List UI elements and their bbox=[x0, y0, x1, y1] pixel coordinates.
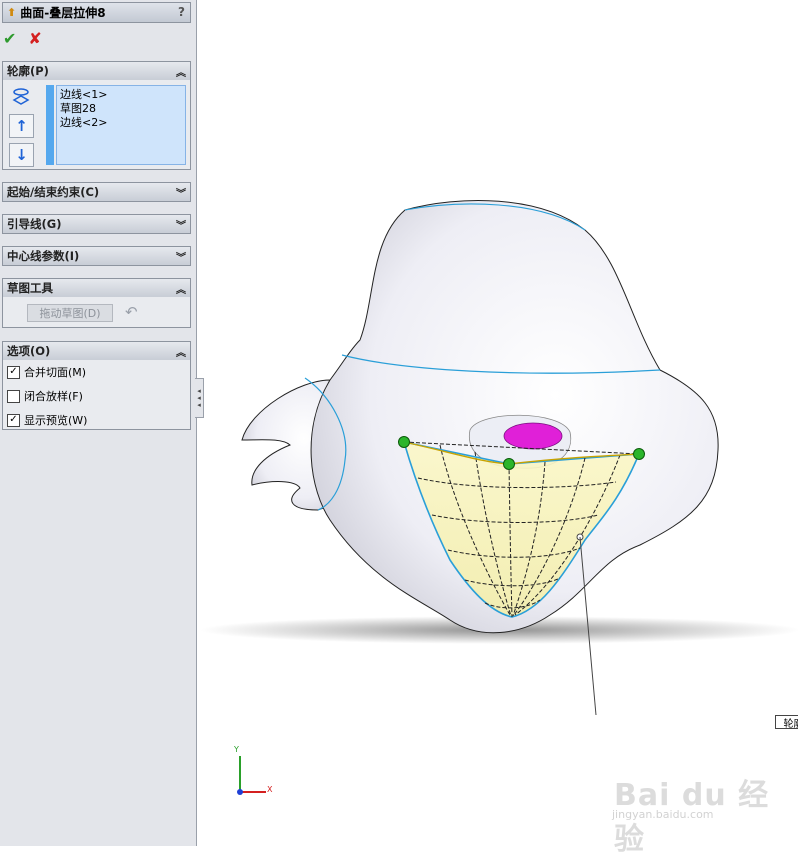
option-label: 显示预览(W) bbox=[24, 414, 88, 427]
centerline-params-group[interactable]: 中心线参数(I) ︾ bbox=[2, 246, 191, 266]
options-label: 选项(O) bbox=[7, 344, 51, 358]
loft-feature-icon: ⬆ bbox=[7, 6, 17, 19]
sketch-tools-label: 草图工具 bbox=[7, 281, 53, 295]
watermark-url: jingyan.baidu.com bbox=[612, 808, 714, 821]
cancel-button[interactable]: ✘ bbox=[28, 29, 41, 48]
nose bbox=[503, 422, 563, 450]
model-view[interactable] bbox=[197, 0, 798, 846]
control-point bbox=[398, 436, 410, 448]
checkbox[interactable] bbox=[7, 389, 20, 403]
options-header[interactable]: 选项(O) ︽ bbox=[3, 342, 190, 360]
axis-x-label: X bbox=[267, 785, 273, 794]
graphics-viewport[interactable]: 轮廓 Y X bbox=[197, 0, 798, 846]
sketch-tools-group: 草图工具 ︽ 拖动草图(D) ↶ bbox=[2, 278, 191, 328]
help-button[interactable]: ? bbox=[178, 5, 185, 19]
expand-icon[interactable]: ︾ bbox=[176, 185, 186, 200]
feature-title-bar: ⬆ 曲面-叠层拉伸8 ? bbox=[2, 2, 191, 23]
control-point bbox=[633, 448, 645, 460]
options-group: 选项(O) ︽ ✓ 合并切面(M) 闭合放样(F) ✓ 显示预览(W) bbox=[2, 341, 191, 430]
collapse-icon[interactable]: ︽ bbox=[176, 281, 186, 296]
guide-curves-label: 引导线(G) bbox=[7, 217, 62, 231]
control-point bbox=[503, 458, 515, 470]
axis-triad bbox=[237, 756, 266, 795]
selection-indicator bbox=[46, 85, 54, 165]
move-down-button[interactable]: ↓ bbox=[9, 143, 34, 167]
option-label: 合并切面(M) bbox=[24, 366, 87, 379]
start-end-constraints-group[interactable]: 起始/结束约束(C) ︾ bbox=[2, 182, 191, 202]
profile-type-icon bbox=[11, 87, 31, 107]
list-item[interactable]: 边线<1> bbox=[60, 88, 182, 102]
profile-callout-label[interactable]: 轮廓 bbox=[775, 715, 798, 730]
sketch-tools-header[interactable]: 草图工具 ︽ bbox=[3, 279, 190, 297]
start-end-label: 起始/结束约束(C) bbox=[7, 185, 100, 199]
move-up-button[interactable]: ↑ bbox=[9, 114, 34, 138]
guide-curves-group[interactable]: 引导线(G) ︾ bbox=[2, 214, 191, 234]
collapse-icon[interactable]: ︽ bbox=[176, 344, 186, 359]
checkbox[interactable]: ✓ bbox=[7, 365, 20, 379]
profile-group: 轮廓(P) ︽ ↑ ↓ 边线<1> 草图28 边线<2> bbox=[2, 61, 191, 170]
collapse-icon[interactable]: ︽ bbox=[176, 64, 186, 79]
feature-title: 曲面-叠层拉伸8 bbox=[20, 6, 106, 20]
list-item[interactable]: 草图28 bbox=[60, 102, 182, 116]
centerline-label: 中心线参数(I) bbox=[7, 249, 80, 263]
ok-button[interactable]: ✔ bbox=[3, 29, 16, 48]
option-label: 闭合放样(F) bbox=[24, 390, 83, 403]
expand-icon[interactable]: ︾ bbox=[176, 249, 186, 264]
drag-sketch-button[interactable]: 拖动草图(D) bbox=[27, 304, 113, 322]
undo-icon[interactable]: ↶ bbox=[125, 303, 138, 321]
property-manager-panel: ⬆ 曲面-叠层拉伸8 ? ✔ ✘ 轮廓(P) ︽ ↑ ↓ 边线<1> 草图28 … bbox=[0, 0, 197, 846]
profile-group-label: 轮廓(P) bbox=[7, 64, 49, 78]
close-loft-option[interactable]: 闭合放样(F) bbox=[7, 388, 83, 404]
axis-y-label: Y bbox=[234, 745, 239, 754]
list-item[interactable]: 边线<2> bbox=[60, 116, 182, 130]
expand-icon[interactable]: ︾ bbox=[176, 217, 186, 232]
merge-tangent-option[interactable]: ✓ 合并切面(M) bbox=[7, 364, 86, 380]
profile-selection-list[interactable]: 边线<1> 草图28 边线<2> bbox=[56, 85, 186, 165]
show-preview-option[interactable]: ✓ 显示预览(W) bbox=[7, 412, 87, 428]
checkbox[interactable]: ✓ bbox=[7, 413, 20, 427]
profile-group-header[interactable]: 轮廓(P) ︽ bbox=[3, 62, 190, 80]
